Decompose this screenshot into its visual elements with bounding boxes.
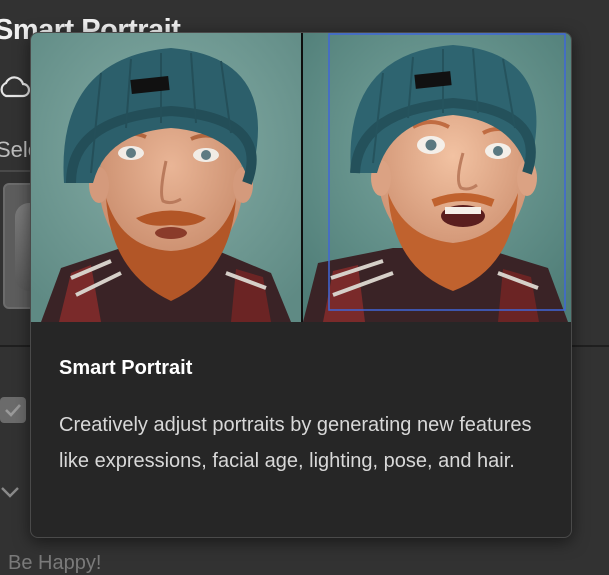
tooltip-title: Smart Portrait [59,357,193,379]
after-portrait-image [303,33,571,322]
checkmark-icon [5,404,21,417]
tooltip-description: Creatively adjust portraits by generatin… [59,414,532,472]
chevron-down-icon[interactable] [0,484,20,500]
cloud-icon[interactable] [0,74,30,100]
checkbox[interactable] [0,397,26,423]
preview-images [31,33,571,322]
option-label: Be Happy! [8,552,102,574]
smart-portrait-tooltip: Smart Portrait Creatively adjust portrai… [30,32,572,538]
divider [0,170,30,172]
before-portrait-image [31,33,301,322]
